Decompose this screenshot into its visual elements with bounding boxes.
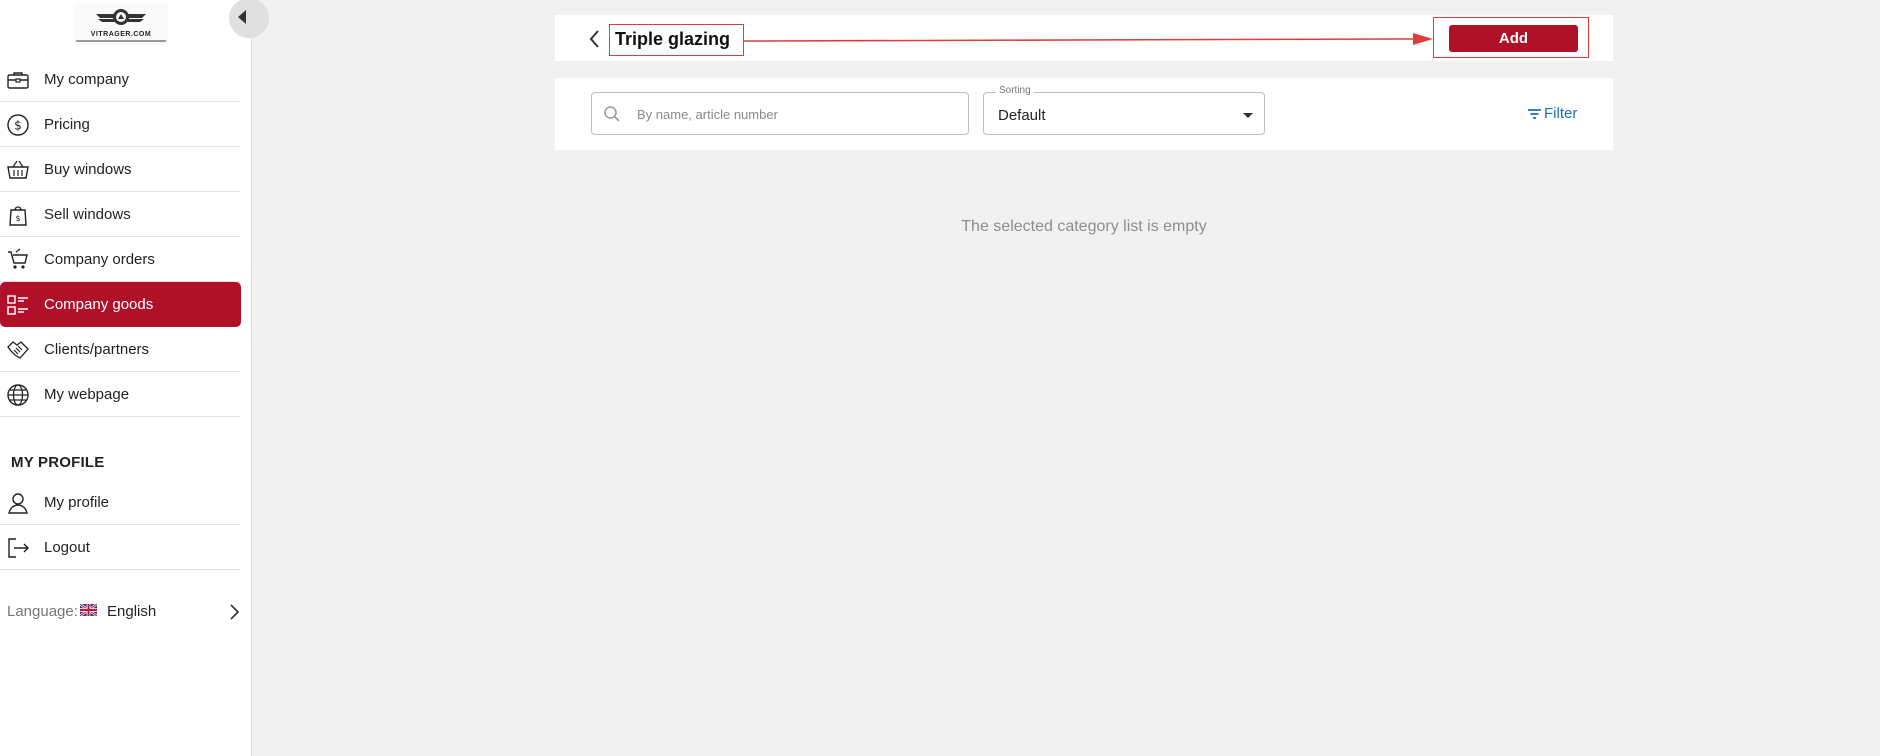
back-arrow-icon[interactable] (587, 28, 601, 50)
globe-icon (7, 384, 29, 406)
page-title: Triple glazing (615, 29, 731, 49)
uk-flag-icon (80, 604, 97, 616)
sidebar-item-company-goods[interactable]: Company goods (0, 282, 241, 327)
svg-text:$: $ (14, 119, 22, 133)
sidebar-item-buy-windows[interactable]: Buy windows (0, 147, 240, 192)
filter-label: Filter (1544, 105, 1578, 122)
language-selector[interactable]: Language: English (7, 603, 243, 623)
logo-emblem (96, 9, 146, 25)
sidebar-item-logout[interactable]: Logout (0, 525, 240, 570)
chevron-right-icon (230, 604, 240, 620)
sidebar-item-label: My company (44, 71, 130, 88)
sidebar-item-label: Logout (44, 539, 90, 556)
sidebar-item-my-webpage[interactable]: My webpage (0, 372, 240, 417)
sorting-label: Sorting (996, 85, 1034, 96)
sidebar-item-clients-partners[interactable]: Clients/partners (0, 327, 240, 372)
sidebar: VITRAGER.COM My company $ Pricing Buy wi… (0, 0, 269, 756)
sidebar-nav: My company $ Pricing Buy windows $ Sell … (0, 57, 241, 417)
logo-text: VITRAGER.COM (90, 31, 152, 38)
sidebar-item-label: Sell windows (44, 206, 131, 223)
dollar-circle-icon: $ (7, 114, 29, 136)
svg-text:$: $ (15, 214, 20, 223)
sorting-value: Default (998, 107, 1046, 124)
language-label: Language: (7, 603, 78, 620)
empty-state-message: The selected category list is empty (961, 218, 1207, 235)
basket-icon (7, 160, 29, 179)
sidebar-item-label: Pricing (44, 116, 90, 133)
search-input[interactable] (637, 104, 957, 124)
sidebar-item-my-company[interactable]: My company (0, 57, 240, 102)
annotation-arrow (743, 33, 1433, 45)
user-icon (8, 493, 28, 514)
sorting-select[interactable]: Sorting Default (983, 85, 1265, 135)
cart-icon (8, 248, 28, 269)
sidebar-item-my-profile[interactable]: My profile (0, 480, 240, 525)
sidebar-item-label: My webpage (44, 386, 130, 403)
shopping-bag-icon: $ (9, 206, 27, 226)
logout-icon (8, 538, 29, 558)
caret-down-icon (1243, 113, 1253, 118)
profile-nav: My profile Logout (0, 480, 240, 570)
sidebar-item-label: My profile (44, 494, 110, 511)
briefcase-icon (7, 72, 29, 89)
sidebar-item-company-orders[interactable]: Company orders (0, 237, 240, 282)
logo-tagline (76, 40, 166, 42)
sidebar-item-label: Buy windows (44, 161, 132, 178)
sidebar-item-label: Clients/partners (44, 341, 150, 358)
add-button[interactable]: Add (1449, 25, 1578, 52)
handshake-icon (7, 341, 29, 359)
list-grid-icon (7, 295, 28, 315)
search-icon (604, 106, 620, 122)
search-box[interactable] (591, 92, 969, 135)
sidebar-item-pricing[interactable]: $ Pricing (0, 102, 240, 147)
sidebar-item-label: Company goods (44, 296, 154, 313)
filter-icon (1528, 109, 1541, 119)
sidebar-item-sell-windows[interactable]: $ Sell windows (0, 192, 240, 237)
company-logo[interactable]: VITRAGER.COM (74, 4, 168, 45)
collapse-sidebar-button[interactable] (229, 0, 269, 38)
sidebar-item-label: Company orders (44, 251, 155, 268)
language-value: English (107, 603, 157, 620)
section-title-my-profile: MY PROFILE (11, 454, 105, 471)
